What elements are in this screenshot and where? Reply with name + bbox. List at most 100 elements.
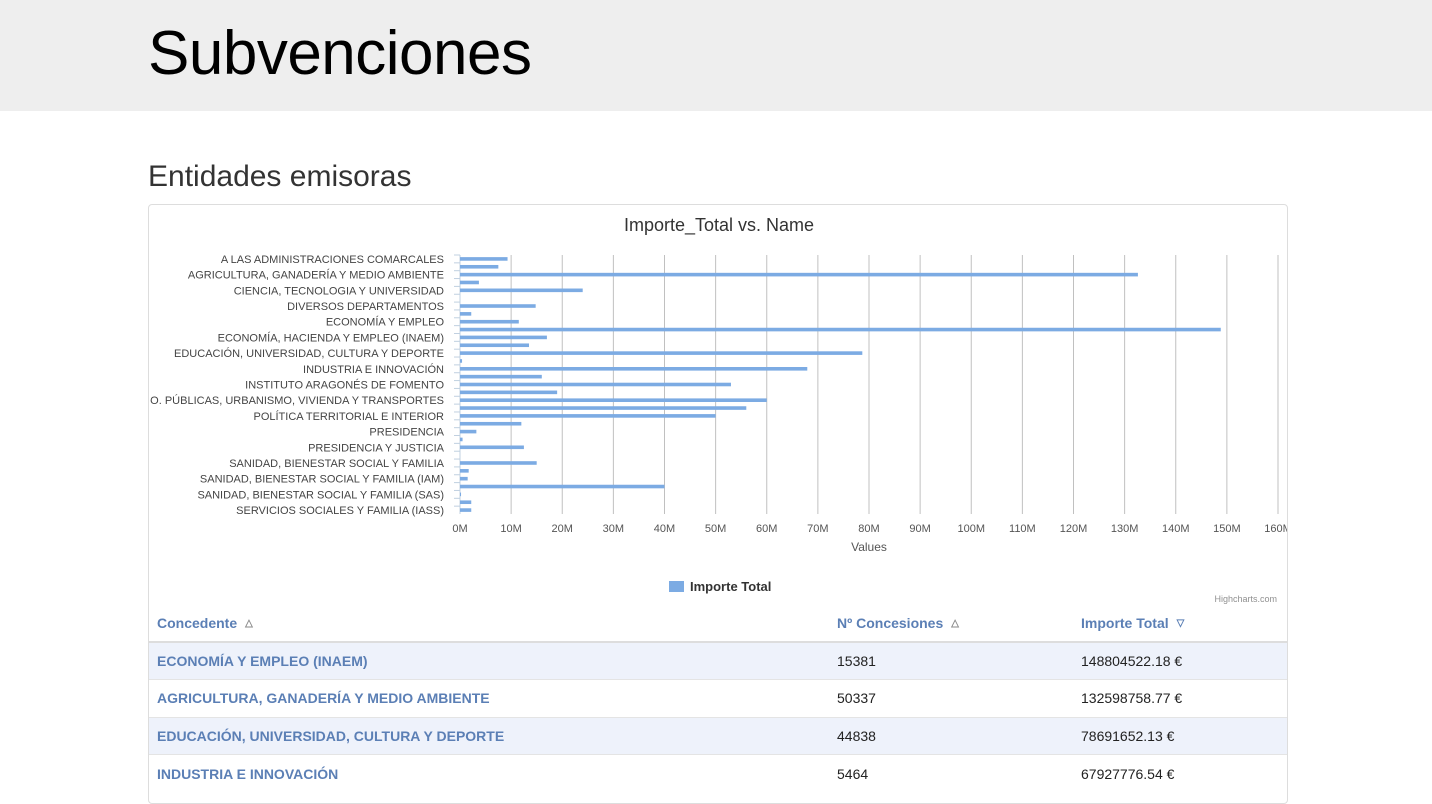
concesiones-count: 50337: [829, 679, 1073, 717]
column-header-label: Importe Total: [1081, 614, 1169, 631]
bar: [460, 327, 1221, 332]
bar-chart: Importe_Total vs. Name 0M 10M 20M 30M 40M 50M 6…: [150, 215, 1288, 604]
x-tick-label: 60M: [756, 523, 777, 535]
bar: [460, 343, 530, 348]
chart-credits: Highcharts.com: [1214, 594, 1277, 604]
page-header: Subvenciones: [0, 0, 1432, 111]
x-tick-label: 160M: [1264, 523, 1288, 535]
table-row: AGRICULTURA, GANADERÍA Y MEDIO AMBIENTE …: [149, 679, 1287, 717]
bar: [460, 374, 542, 379]
x-axis-label: Values: [851, 540, 887, 554]
bar: [460, 257, 508, 261]
sort-icon[interactable]: △: [951, 618, 959, 629]
chart-title: Importe_Total vs. Name: [624, 215, 814, 236]
bar: [460, 272, 1138, 277]
bar: [460, 500, 472, 505]
bar: [460, 469, 469, 473]
table-header-row: Concedente △ Nº Concesiones △ Importe Tota…: [149, 604, 1287, 643]
y-category-label: CIENCIA, TECNOLOGIA Y UNIVERSIDAD: [234, 285, 444, 297]
y-category-label: POLÍTICA TERRITORIAL E INTERIOR: [253, 410, 444, 423]
y-category-label: A LAS ADMINISTRACIONES COMARCALES: [221, 254, 444, 266]
bar: [460, 319, 519, 324]
importe-total: 78691652.13 €: [1073, 716, 1287, 755]
bar: [460, 406, 747, 410]
concedente-link[interactable]: ECONOMÍA Y EMPLEO (INAEM): [149, 641, 829, 680]
column-header-label: Concedente: [157, 614, 238, 631]
x-tick-label: 0M: [452, 523, 467, 535]
bar: [460, 414, 716, 418]
bar: [460, 484, 665, 489]
x-tick-label: 120M: [1060, 523, 1088, 535]
x-tick-label: 110M: [1009, 523, 1036, 535]
y-category-label: DIVERSOS DEPARTAMENTOS: [287, 301, 444, 313]
bar: [460, 288, 583, 293]
bar: [460, 492, 462, 497]
concesiones-count: 5464: [829, 754, 1073, 786]
x-tick-label: 20M: [552, 523, 573, 535]
y-category-label: ECONOMÍA, HACIENDA Y EMPLEO (INAEM): [218, 331, 444, 344]
concedente-link[interactable]: INDUSTRIA E INNOVACIÓN: [149, 754, 829, 786]
concedente-link[interactable]: EDUCACIÓN, UNIVERSIDAD, CULTURA Y DEPORT…: [149, 716, 829, 755]
y-category-label: AGRICULTURA, GANADERÍA Y MEDIO AMBIENTE: [188, 269, 444, 282]
column-header-label: Nº Concesiones: [837, 614, 944, 631]
bar: [460, 461, 537, 465]
x-tick-label: 140M: [1162, 523, 1190, 535]
bar: [460, 398, 767, 402]
bar: [460, 382, 731, 387]
sort-icon[interactable]: △: [245, 618, 253, 629]
y-category-label: ECONOMÍA Y EMPLEO: [326, 316, 445, 329]
column-header-importe[interactable]: Importe Total ▽: [1073, 604, 1287, 643]
bar: [460, 359, 463, 363]
importe-total: 132598758.77 €: [1073, 679, 1287, 717]
bar: [460, 445, 524, 450]
y-category-label: SANIDAD, BIENESTAR SOCIAL Y FAMILIA (IAM…: [200, 474, 444, 486]
table-row: EDUCACIÓN, UNIVERSIDAD, CULTURA Y DEPORT…: [149, 716, 1287, 755]
section-title: Entidades emisoras: [148, 160, 412, 193]
x-tick-label: 10M: [500, 523, 521, 535]
x-tick-label: 50M: [705, 523, 726, 535]
bar: [460, 421, 522, 426]
x-tick-label: 150M: [1213, 523, 1241, 535]
concesiones-count: 44838: [829, 716, 1073, 755]
bar: [460, 280, 479, 285]
bar: [460, 367, 808, 371]
x-tick-label: 90M: [909, 523, 930, 535]
x-tick-label: 130M: [1111, 523, 1139, 535]
bar: [460, 429, 477, 434]
table-row: ECONOMÍA Y EMPLEO (INAEM) 15381 14880452…: [149, 641, 1287, 680]
column-header-concedente[interactable]: Concedente △: [149, 604, 829, 643]
bar: [460, 264, 499, 269]
bar: [460, 351, 863, 355]
page-title: Subvenciones: [148, 19, 532, 88]
concedente-link[interactable]: AGRICULTURA, GANADERÍA Y MEDIO AMBIENTE: [149, 679, 829, 717]
bar: [460, 476, 468, 481]
bar: [460, 508, 472, 512]
sort-desc-icon[interactable]: ▽: [1177, 618, 1185, 629]
y-category-label: SANIDAD, BIENESTAR SOCIAL Y FAMILIA (SAS…: [197, 489, 444, 501]
bar: [460, 312, 472, 316]
y-category-label: PRESIDENCIA: [369, 427, 444, 439]
y-category-label: SANIDAD, BIENESTAR SOCIAL Y FAMILIA: [229, 458, 444, 470]
x-tick-label: 80M: [858, 523, 879, 535]
importe-total: 148804522.18 €: [1073, 641, 1287, 680]
concesiones-count: 15381: [829, 641, 1073, 680]
x-tick-label: 30M: [603, 523, 624, 535]
x-tick-label: 100M: [957, 523, 985, 535]
x-tick-label: 70M: [807, 523, 828, 535]
bar: [460, 437, 463, 442]
y-category-label: INSTITUTO ARAGONÉS DE FOMENTO: [245, 379, 444, 392]
entities-table: Concedente △ Nº Concesiones △ Importe Tota…: [148, 604, 1288, 786]
x-tick-label: 40M: [654, 523, 675, 535]
bar: [460, 390, 558, 395]
column-header-concesiones[interactable]: Nº Concesiones △: [829, 604, 1073, 643]
bar: [460, 304, 536, 308]
legend-label: Importe Total: [690, 579, 771, 594]
y-category-label: SERVICIOS SOCIALES Y FAMILIA (IASS): [236, 505, 444, 517]
y-category-label: INDUSTRIA E INNOVACIÓN: [303, 363, 444, 376]
y-category-label: EDUCACIÓN, UNIVERSIDAD, CULTURA Y DEPORT…: [174, 347, 444, 360]
importe-total: 67927776.54 €: [1073, 754, 1287, 786]
y-category-label: O. PÚBLICAS, URBANISMO, VIVIENDA Y TRANS…: [150, 394, 444, 407]
bar: [460, 335, 547, 340]
y-category-label: PRESIDENCIA Y JUSTICIA: [308, 442, 445, 454]
table-row: INDUSTRIA E INNOVACIÓN 5464 67927776.54 …: [149, 754, 1287, 786]
